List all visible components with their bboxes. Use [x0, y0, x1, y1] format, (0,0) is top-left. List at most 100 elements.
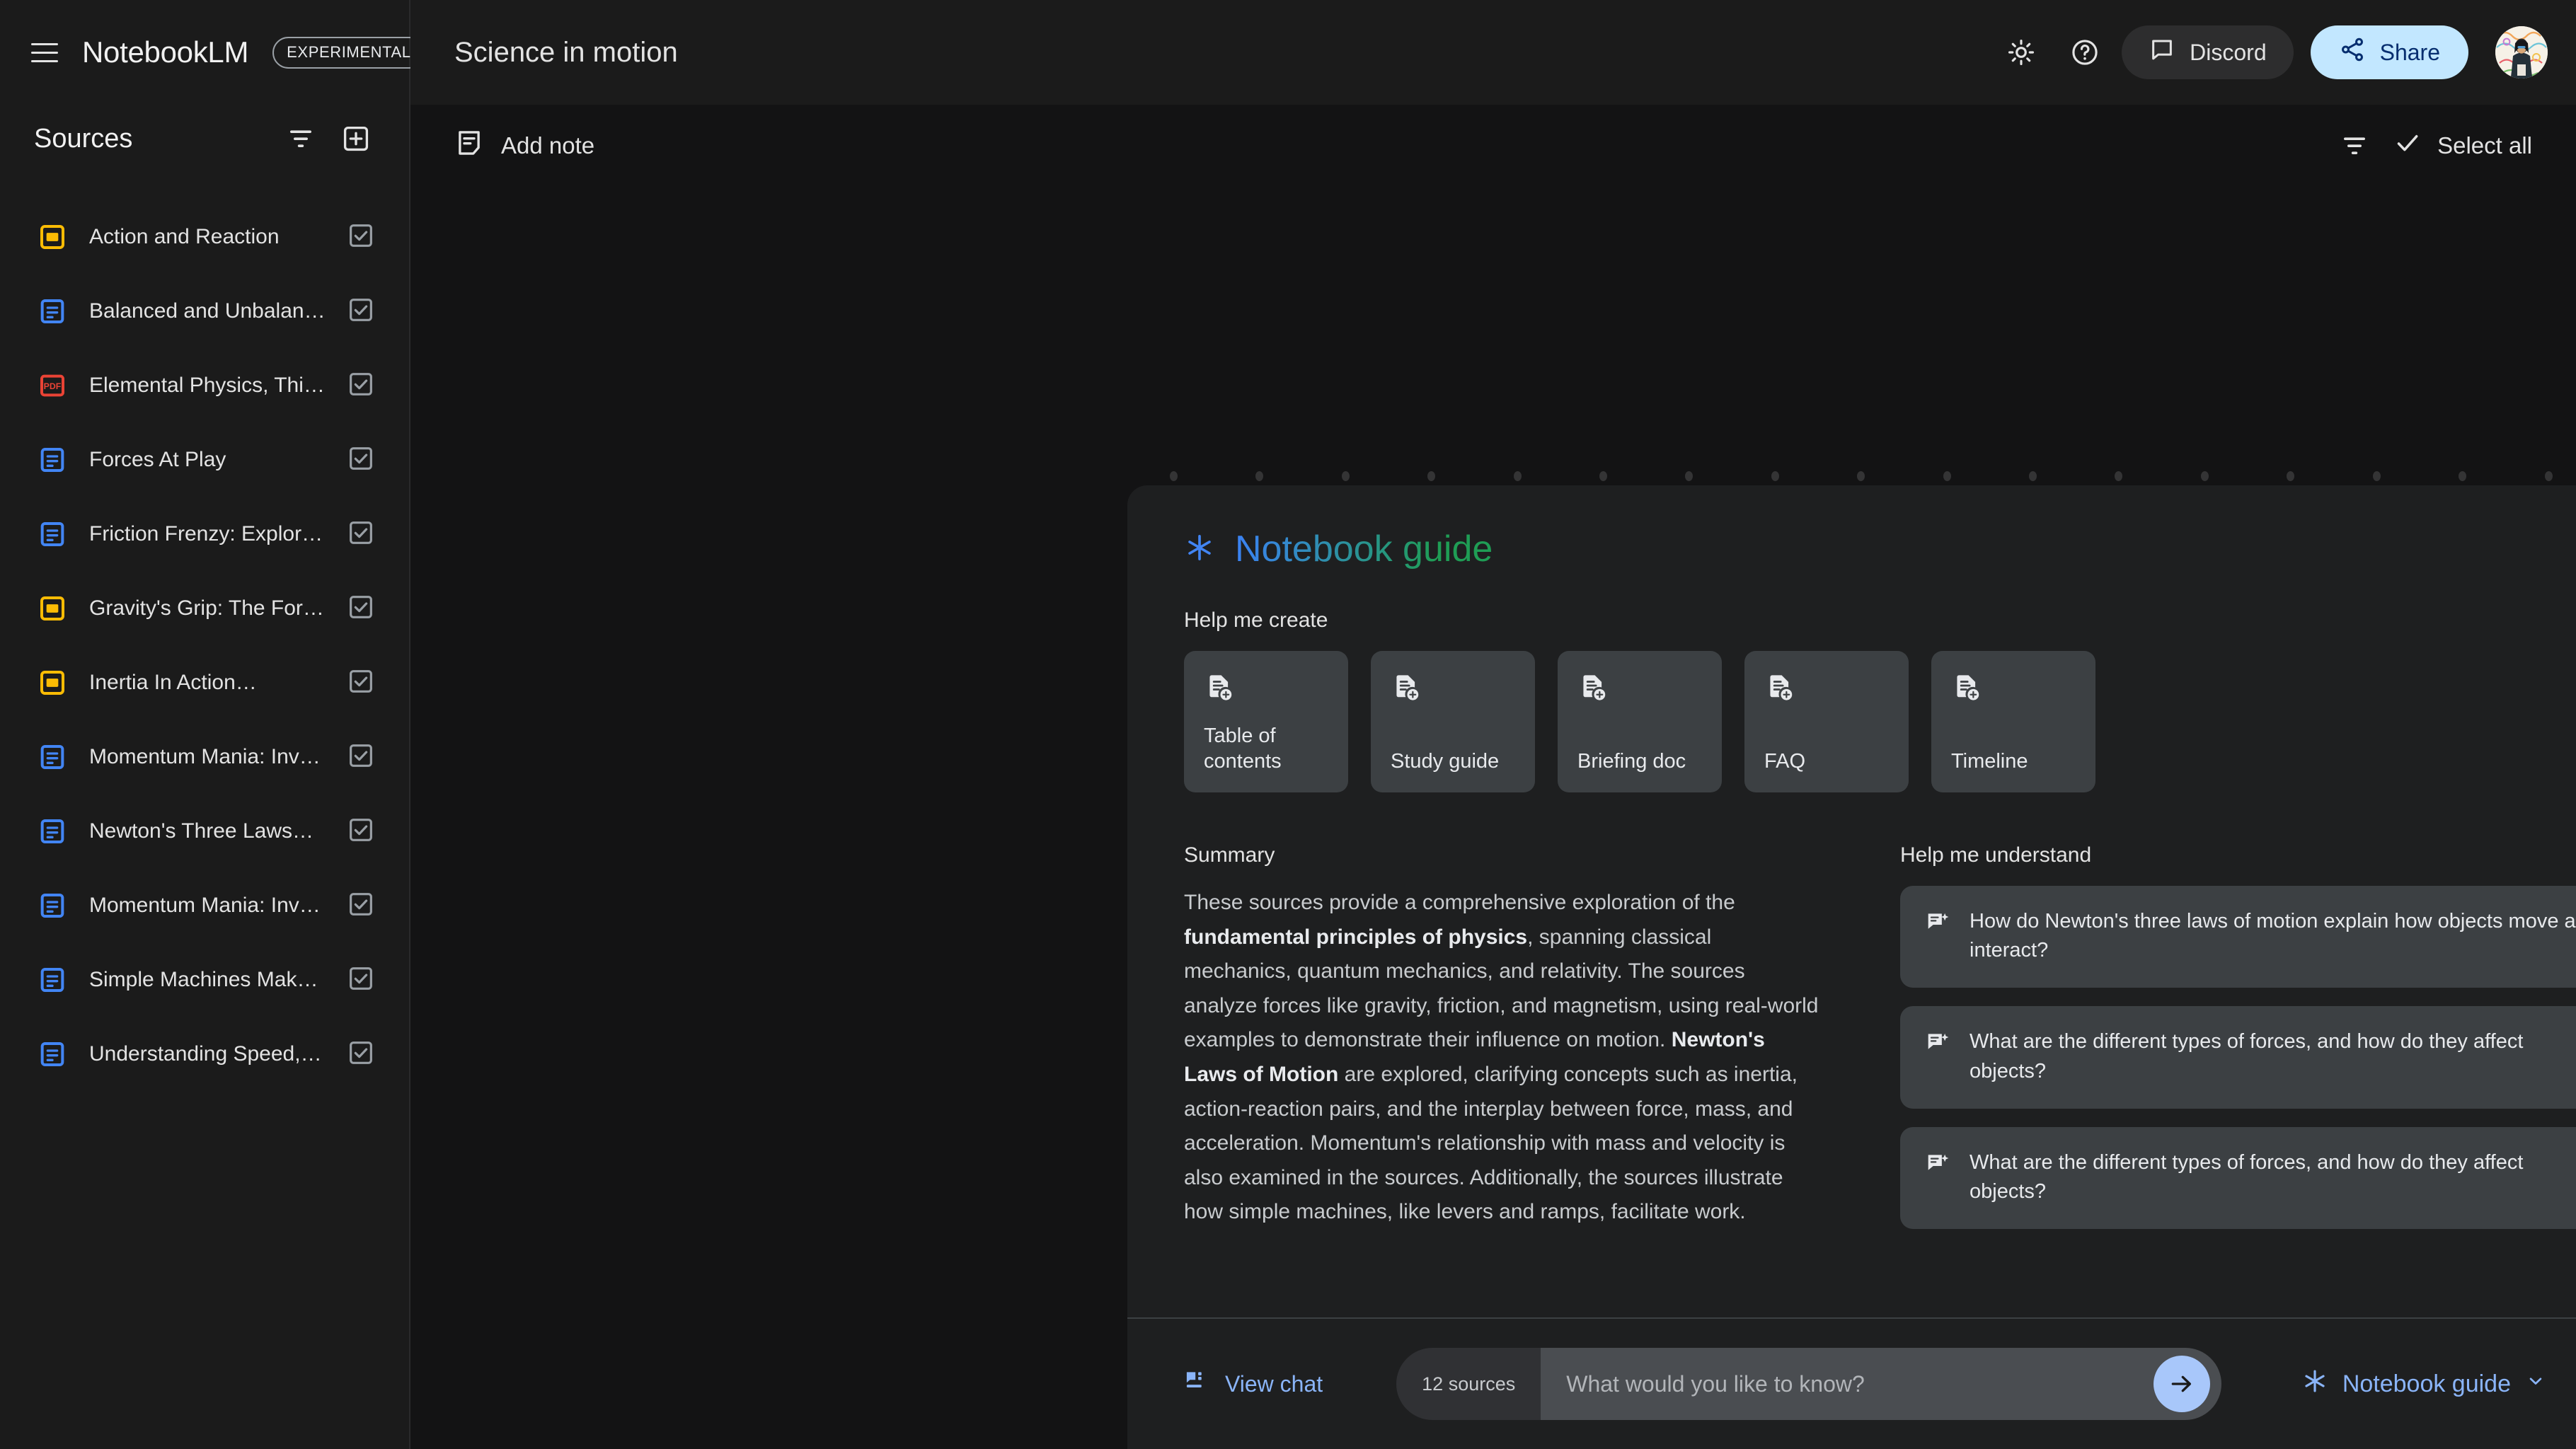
source-checkbox[interactable] — [347, 370, 378, 401]
help-me-understand-label: Help me understand — [1900, 843, 2092, 867]
create-card-briefing-doc[interactable]: Briefing doc — [1558, 651, 1722, 792]
source-label: Understanding Speed, Ve… — [89, 1041, 326, 1066]
source-item[interactable]: Momentum Mania: Inves… — [0, 868, 409, 942]
hamburger-menu-icon[interactable] — [31, 36, 58, 69]
create-card-label: Table of contents — [1204, 724, 1282, 773]
source-checkbox[interactable] — [347, 519, 378, 550]
send-button[interactable] — [2154, 1356, 2211, 1412]
add-note-button[interactable]: Add note — [454, 128, 594, 163]
question-chip[interactable]: What are the different types of forces, … — [1900, 1126, 2576, 1230]
notebook-guide-switch[interactable]: Notebook guide — [2301, 1368, 2576, 1401]
summary-label: Summary — [1184, 843, 1275, 867]
guide-content: Notebook guide Help me create Table of c… — [1127, 485, 2576, 1449]
understand-column: Help me understand How do Newton's three… — [1900, 843, 2576, 1247]
asterisk-spark-icon — [1184, 532, 1215, 567]
share-nodes-icon — [2339, 36, 2366, 69]
create-card-study-guide[interactable]: Study guide — [1371, 651, 1535, 792]
source-label: Inertia In Action… — [89, 670, 257, 694]
brightness-sun-icon[interactable] — [1994, 25, 2048, 79]
create-card-label: FAQ — [1764, 749, 1806, 773]
question-chip[interactable]: How do Newton's three laws of motion exp… — [1900, 886, 2576, 988]
view-chat-button[interactable]: View chat — [1184, 1368, 1323, 1399]
sources-title: Sources — [34, 123, 133, 154]
sources-count-badge[interactable]: 12 sources — [1396, 1348, 1541, 1420]
source-label: Gravity's Grip: The Force… — [89, 596, 326, 620]
top-header-bar: Science in motion Discord Share — [410, 0, 2576, 105]
doc-file-icon — [37, 444, 68, 475]
source-item[interactable]: Newton's Three Laws… — [0, 794, 409, 868]
filter-icon[interactable] — [279, 117, 323, 161]
doc-add-icon — [1577, 672, 1702, 707]
doc-spark-icon — [1924, 1027, 1951, 1085]
select-all-label: Select all — [2437, 132, 2532, 158]
source-label: Action and Reaction — [89, 224, 280, 248]
composer-field — [1541, 1348, 2222, 1420]
pdf-file-icon: PDF — [37, 370, 68, 401]
source-checkbox[interactable] — [347, 296, 378, 327]
user-avatar[interactable] — [2495, 26, 2548, 79]
source-item[interactable]: Balanced and Unbalance… — [0, 274, 409, 348]
create-card-timeline[interactable]: Timeline — [1931, 651, 2095, 792]
source-checkbox[interactable] — [347, 593, 378, 624]
create-card-faq[interactable]: FAQ — [1744, 651, 1909, 792]
source-item[interactable]: PDF Elemental Physics, Third… — [0, 348, 409, 422]
bottom-bar: View chat 12 sources What would you like… — [1127, 1317, 2576, 1449]
share-button[interactable]: Share — [2310, 25, 2468, 79]
source-item[interactable]: Inertia In Action… — [0, 645, 409, 720]
source-item[interactable]: Momentum Mania: Inves… — [0, 720, 409, 794]
source-item[interactable]: Simple Machines Make… — [0, 942, 409, 1017]
chat-bubble-icon — [2149, 36, 2175, 69]
source-checkbox[interactable] — [347, 1039, 378, 1070]
svg-text:PDF: PDF — [44, 381, 62, 391]
page-title: Science in motion — [454, 36, 678, 68]
doc-file-icon — [37, 741, 68, 773]
summary-text: These sources provide a comprehensive ex… — [1184, 891, 1819, 1224]
sources-sidebar: NotebookLM EXPERIMENTAL Sources Action a… — [0, 0, 425, 1449]
add-note-label: Add note — [501, 132, 595, 158]
notes-filter-icon[interactable] — [2333, 124, 2376, 168]
create-card-label: Briefing doc — [1577, 749, 1686, 773]
notebooklm-app: NotebookLM EXPERIMENTAL Sources Action a… — [0, 0, 2576, 1449]
slides-file-icon — [37, 667, 68, 698]
source-label: Forces At Play — [89, 447, 226, 471]
source-checkbox[interactable] — [347, 667, 378, 698]
question-text: How do Newton's three laws of motion exp… — [1970, 910, 2576, 962]
experimental-badge: EXPERIMENTAL — [272, 36, 425, 69]
doc-add-icon — [1204, 672, 1328, 707]
notes-toolbar: Add note Select all — [410, 105, 2576, 187]
source-checkbox[interactable] — [347, 964, 378, 995]
question-text: What are the different types of forces, … — [1970, 1150, 2524, 1203]
doc-spark-icon — [1924, 1148, 1951, 1206]
help-circle-icon[interactable] — [2058, 25, 2112, 79]
brand-row: NotebookLM EXPERIMENTAL — [0, 0, 425, 105]
source-item[interactable]: Understanding Speed, Ve… — [0, 1017, 409, 1091]
asterisk-spark-icon — [2301, 1368, 2328, 1401]
source-checkbox[interactable] — [347, 890, 378, 921]
source-item[interactable]: Action and Reaction — [0, 200, 409, 274]
discord-button[interactable]: Discord — [2122, 25, 2294, 79]
doc-file-icon — [37, 519, 68, 550]
help-me-create-label: Help me create — [1184, 608, 1328, 632]
select-all-button[interactable]: Select all — [2393, 129, 2548, 163]
discord-label: Discord — [2190, 39, 2267, 65]
source-label: Balanced and Unbalance… — [89, 299, 326, 323]
source-item[interactable]: Friction Frenzy: Explorin… — [0, 497, 409, 571]
create-card-label: Timeline — [1951, 749, 2028, 773]
source-label: Momentum Mania: Inves… — [89, 893, 326, 917]
add-source-icon[interactable] — [334, 117, 378, 161]
view-chat-label: View chat — [1225, 1370, 1323, 1397]
source-item[interactable]: Forces At Play — [0, 422, 409, 497]
guide-switch-label: Notebook guide — [2342, 1370, 2511, 1397]
source-checkbox[interactable] — [347, 741, 378, 773]
create-card-table-of-contents[interactable]: Table of contents — [1184, 651, 1348, 792]
doc-add-icon — [1391, 672, 1515, 707]
source-checkbox[interactable] — [347, 221, 378, 253]
chat-input[interactable] — [1566, 1370, 2140, 1397]
question-chip[interactable]: What are the different types of forces, … — [1900, 1006, 2576, 1109]
check-icon — [2393, 129, 2422, 163]
source-label: Friction Frenzy: Explorin… — [89, 521, 326, 545]
notebook-guide-panel: Notebook guide Help me create Table of c… — [1127, 485, 2576, 1449]
source-checkbox[interactable] — [347, 444, 378, 475]
source-item[interactable]: Gravity's Grip: The Force… — [0, 571, 409, 645]
source-checkbox[interactable] — [347, 816, 378, 847]
